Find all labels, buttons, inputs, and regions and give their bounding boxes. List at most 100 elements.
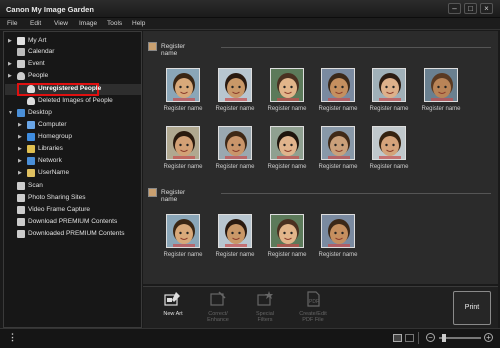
sidebar-item-homegroup[interactable]: ▶ Homegroup — [18, 132, 134, 143]
minimize-button[interactable]: – — [448, 3, 461, 14]
new-art-button[interactable]: New Art — [153, 291, 193, 325]
sidebar-item-username[interactable]: ▶ UserName — [18, 168, 134, 179]
sidebar-item-download-premium-contents[interactable]: Download PREMIUM Contents — [8, 217, 134, 228]
special-filters-button[interactable]: Special Filters — [245, 291, 285, 325]
face-thumbnail[interactable]: Register name — [265, 126, 309, 174]
photo-sharing-icon — [17, 194, 25, 202]
detail-view-icon[interactable] — [405, 334, 414, 342]
face-photo — [424, 68, 458, 102]
menu-edit[interactable]: Edit — [30, 20, 41, 27]
face-thumbnail[interactable]: Register name — [213, 214, 257, 262]
face-photo — [270, 126, 304, 160]
face-icon — [148, 188, 157, 197]
close-button[interactable]: × — [480, 3, 493, 14]
sidebar-item-label: Homegroup — [38, 133, 72, 140]
sidebar-item-photo-sharing-sites[interactable]: Photo Sharing Sites — [8, 193, 134, 204]
sidebar-item-libraries[interactable]: ▶ Libraries — [18, 144, 134, 155]
face-thumbnail[interactable]: Register name — [367, 68, 411, 116]
correct-enhance-icon — [210, 291, 226, 306]
sidebar-item-video-frame-capture[interactable]: Video Frame Capture — [8, 205, 134, 216]
window-title: Canon My Image Garden — [6, 5, 94, 14]
face-thumbnail[interactable]: Register name — [316, 68, 360, 116]
face-thumbnail[interactable]: Register name — [316, 126, 360, 174]
register-name-label[interactable]: Register name — [265, 106, 309, 112]
pdf-file-icon: PDF — [307, 291, 320, 307]
sidebar-item-downloaded-premium-contents[interactable]: Downloaded PREMIUM Contents — [8, 229, 134, 240]
register-name-label[interactable]: Register name — [316, 164, 360, 170]
sidebar-item-deleted-images-of-people[interactable]: Deleted Images of People — [18, 96, 134, 107]
sidebar-item-scan[interactable]: Scan — [8, 181, 134, 192]
face-photo — [270, 214, 304, 248]
sidebar-item-label: Calendar — [28, 48, 55, 55]
register-name-label[interactable]: Register name — [265, 252, 309, 258]
register-name-label[interactable]: Register name — [419, 106, 463, 112]
menu-bar: File Edit View Image Tools Help — [0, 18, 500, 30]
register-name-label[interactable]: Register name — [316, 252, 360, 258]
sidebar-item-label: Deleted Images of People — [38, 97, 113, 104]
person-icon — [27, 85, 35, 93]
sidebar-item-event[interactable]: ▶ Event — [8, 59, 134, 70]
menu-help[interactable]: Help — [132, 20, 145, 27]
register-name-label[interactable]: Register name — [161, 164, 205, 170]
sidebar-item-my-art[interactable]: ▶ My Art — [8, 36, 134, 47]
register-name-label[interactable]: Register name — [161, 252, 205, 258]
sidebar-item-network[interactable]: ▶ Network — [18, 156, 134, 167]
register-name-label[interactable]: Register name — [213, 252, 257, 258]
zoom-in-icon[interactable]: + — [484, 333, 493, 342]
face-photo — [218, 214, 252, 248]
face-thumbnail[interactable]: Register name — [161, 126, 205, 174]
face-thumbnail[interactable]: Register name — [265, 214, 309, 262]
expand-arrow-icon[interactable]: ▶ — [8, 38, 12, 44]
zoom-slider-handle[interactable] — [442, 334, 446, 342]
thumbnail-view-icon[interactable] — [393, 334, 402, 342]
new-art-label: New Art — [163, 311, 183, 317]
more-options-icon[interactable]: ⋮ — [8, 332, 17, 343]
register-name-label[interactable]: Register name — [213, 164, 257, 170]
register-name-label[interactable]: Register name — [161, 106, 205, 112]
sidebar-item-computer[interactable]: ▶ Computer — [18, 120, 134, 131]
download-icon — [17, 218, 25, 226]
face-thumbnail[interactable]: Register name — [367, 126, 411, 174]
face-photo — [166, 126, 200, 160]
face-thumbnail[interactable]: Register name — [419, 68, 463, 116]
expand-arrow-icon[interactable]: ▶ — [8, 73, 12, 79]
collapse-arrow-icon[interactable]: ▼ — [8, 110, 13, 116]
expand-arrow-icon[interactable]: ▶ — [18, 134, 22, 140]
print-button[interactable]: Print — [453, 291, 491, 325]
create-edit-pdf-button[interactable]: PDF Create/Edit PDF File — [293, 291, 333, 325]
register-name-label[interactable]: Register name — [265, 164, 309, 170]
expand-arrow-icon[interactable]: ▶ — [8, 61, 12, 67]
sidebar: ▶ My Art Calendar ▶ Event ▶ People Unregistered… — [3, 31, 142, 328]
sidebar-item-desktop[interactable]: ▼ Desktop — [8, 108, 134, 119]
face-thumbnail[interactable]: Register name — [213, 126, 257, 174]
sidebar-item-unregistered-people[interactable]: Unregistered People — [18, 84, 134, 95]
maximize-button[interactable]: □ — [464, 3, 477, 14]
register-name-label[interactable]: Register name — [316, 106, 360, 112]
face-thumbnail[interactable]: Register name — [161, 214, 205, 262]
register-name-label[interactable]: Register name — [367, 164, 411, 170]
expand-arrow-icon[interactable]: ▶ — [18, 158, 22, 164]
sidebar-item-label: Scan — [28, 182, 43, 189]
menu-tools[interactable]: Tools — [107, 20, 122, 27]
expand-arrow-icon[interactable]: ▶ — [18, 146, 22, 152]
menu-image[interactable]: Image — [79, 20, 97, 27]
correct-enhance-button[interactable]: Correct/ Enhance — [198, 291, 238, 325]
face-thumbnail[interactable]: Register name — [161, 68, 205, 116]
sidebar-item-label: Network — [38, 157, 62, 164]
face-thumbnail[interactable]: Register name — [213, 68, 257, 116]
register-name-label[interactable]: Register name — [367, 106, 411, 112]
face-thumbnail[interactable]: Register name — [316, 214, 360, 262]
new-art-icon — [164, 292, 180, 306]
menu-view[interactable]: View — [54, 20, 68, 27]
title-bar: Canon My Image Garden – □ × — [0, 0, 500, 18]
register-name-label[interactable]: Register name — [213, 106, 257, 112]
sidebar-item-people[interactable]: ▶ People — [8, 71, 134, 82]
menu-file[interactable]: File — [7, 20, 17, 27]
sidebar-item-calendar[interactable]: Calendar — [8, 47, 134, 58]
face-photo — [372, 68, 406, 102]
face-icon — [148, 42, 157, 51]
face-thumbnail[interactable]: Register name — [265, 68, 309, 116]
expand-arrow-icon[interactable]: ▶ — [18, 170, 22, 176]
expand-arrow-icon[interactable]: ▶ — [18, 122, 22, 128]
zoom-out-icon[interactable]: − — [426, 333, 435, 342]
